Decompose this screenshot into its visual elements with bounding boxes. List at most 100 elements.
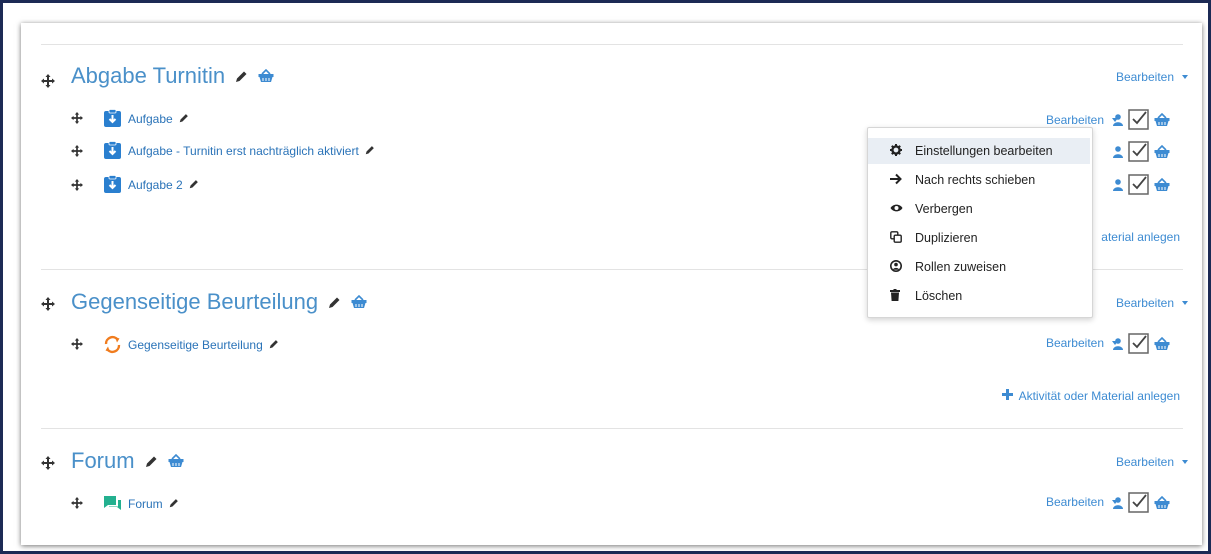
edit-label[interactable]: Bearbeiten xyxy=(1116,70,1174,84)
activity-aufgabe-2[interactable]: Aufgabe 2 xyxy=(103,175,199,194)
assignment-icon xyxy=(103,175,122,194)
move-section-icon[interactable] xyxy=(41,297,55,311)
pencil-icon[interactable] xyxy=(189,178,199,192)
move-activity-icon[interactable] xyxy=(71,338,85,352)
completion-checkbox-icon[interactable] xyxy=(1128,174,1149,200)
add-activity-link[interactable]: Aktivität oder Material anlegen xyxy=(1001,389,1180,403)
menu-item-einstellungen-bearbeiten[interactable]: Einstellungen bearbeiten xyxy=(868,138,1090,164)
edit-label[interactable]: Bearbeiten xyxy=(1046,336,1104,350)
activity-tools xyxy=(1113,109,1170,135)
pencil-icon[interactable] xyxy=(269,338,279,352)
completion-checkbox-icon[interactable] xyxy=(1128,492,1149,518)
move-section-icon[interactable] xyxy=(41,74,55,88)
move-activity-icon[interactable] xyxy=(71,145,85,159)
trash-icon xyxy=(890,289,904,303)
activity-tools xyxy=(1113,174,1170,200)
section-title-gegenseitige-beurteilung[interactable]: Gegenseitige Beurteilung xyxy=(71,289,367,315)
edit-label[interactable]: Bearbeiten xyxy=(1046,113,1104,127)
basket-icon[interactable] xyxy=(351,289,367,315)
edit-label[interactable]: Bearbeiten xyxy=(1116,455,1174,469)
add-activity-label[interactable]: aterial anlegen xyxy=(1101,230,1180,244)
basket-icon[interactable] xyxy=(1154,177,1170,197)
activity-link[interactable]: Aufgabe 2 xyxy=(128,178,183,192)
assignment-icon xyxy=(103,109,122,128)
pencil-icon[interactable] xyxy=(235,63,248,89)
eye-icon xyxy=(890,202,904,216)
menu-item-label[interactable]: Verbergen xyxy=(915,202,973,216)
user-icon[interactable] xyxy=(1113,145,1123,163)
duplicate-icon xyxy=(890,231,904,245)
section-divider xyxy=(41,44,1183,45)
section-title-abgabe-turnitin[interactable]: Abgabe Turnitin xyxy=(71,63,274,89)
menu-item-label[interactable]: Nach rechts schieben xyxy=(915,173,1035,187)
completion-checkbox-icon[interactable] xyxy=(1128,109,1149,135)
edit-label[interactable]: Bearbeiten xyxy=(1046,495,1104,509)
user-circle-icon xyxy=(890,260,904,274)
pencil-icon[interactable] xyxy=(145,448,158,474)
caret-down-icon xyxy=(1182,460,1188,464)
add-activity-link[interactable]: aterial anlegen xyxy=(1101,230,1180,244)
section-title-text[interactable]: Abgabe Turnitin xyxy=(71,63,225,89)
move-section-icon[interactable] xyxy=(41,456,55,470)
menu-item-label[interactable]: Rollen zuweisen xyxy=(915,260,1006,274)
menu-item-loeschen[interactable]: Löschen xyxy=(868,283,1090,309)
activity-forum[interactable]: Forum xyxy=(103,494,179,513)
arrow-right-icon xyxy=(890,173,904,187)
activity-gegenseitige-beurteilung[interactable]: Gegenseitige Beurteilung xyxy=(103,335,279,354)
pencil-icon[interactable] xyxy=(328,289,341,315)
basket-icon[interactable] xyxy=(1154,112,1170,132)
activity-aufgabe[interactable]: Aufgabe xyxy=(103,109,189,128)
caret-down-icon xyxy=(1182,75,1188,79)
caret-down-icon xyxy=(1182,301,1188,305)
workshop-icon xyxy=(103,335,122,354)
menu-item-label[interactable]: Einstellungen bearbeiten xyxy=(915,144,1053,158)
move-activity-icon[interactable] xyxy=(71,112,85,126)
section-title-forum[interactable]: Forum xyxy=(71,448,184,474)
activity-link[interactable]: Aufgabe xyxy=(128,112,173,126)
menu-item-label[interactable]: Löschen xyxy=(915,289,962,303)
gear-icon xyxy=(890,144,904,158)
menu-item-verbergen[interactable]: Verbergen xyxy=(868,196,1090,222)
user-icon[interactable] xyxy=(1113,496,1123,514)
activity-edit-dropdown: Einstellungen bearbeiten Nach rechts sch… xyxy=(867,127,1093,318)
activity-aufgabe-turnitin[interactable]: Aufgabe - Turnitin erst nachträglich akt… xyxy=(103,141,375,160)
pencil-icon[interactable] xyxy=(169,497,179,511)
activity-link[interactable]: Forum xyxy=(128,497,163,511)
move-activity-icon[interactable] xyxy=(71,497,85,511)
activity-link[interactable]: Aufgabe - Turnitin erst nachträglich akt… xyxy=(128,144,359,158)
user-icon[interactable] xyxy=(1113,178,1123,196)
menu-item-duplizieren[interactable]: Duplizieren xyxy=(868,225,1090,251)
pencil-icon[interactable] xyxy=(365,144,375,158)
section-title-text[interactable]: Gegenseitige Beurteilung xyxy=(71,289,318,315)
activity-edit-menu[interactable]: Bearbeiten xyxy=(1046,336,1118,350)
section-edit-menu[interactable]: Bearbeiten xyxy=(1116,70,1188,84)
basket-icon[interactable] xyxy=(1154,336,1170,356)
course-page: Abgabe Turnitin Bearbeiten Aufgabe Bearb… xyxy=(21,23,1202,545)
activity-tools xyxy=(1113,333,1170,359)
activity-link[interactable]: Gegenseitige Beurteilung xyxy=(128,338,263,352)
forum-icon xyxy=(103,494,122,513)
move-activity-icon[interactable] xyxy=(71,179,85,193)
completion-checkbox-icon[interactable] xyxy=(1128,333,1149,359)
pencil-icon[interactable] xyxy=(179,112,189,126)
section-edit-menu[interactable]: Bearbeiten xyxy=(1116,455,1188,469)
basket-icon[interactable] xyxy=(1154,144,1170,164)
menu-item-nach-rechts-schieben[interactable]: Nach rechts schieben xyxy=(868,167,1090,193)
activity-edit-menu[interactable]: Bearbeiten xyxy=(1046,113,1118,127)
activity-edit-menu[interactable]: Bearbeiten xyxy=(1046,495,1118,509)
completion-checkbox-icon[interactable] xyxy=(1128,141,1149,167)
menu-item-rollen-zuweisen[interactable]: Rollen zuweisen xyxy=(868,254,1090,280)
basket-icon[interactable] xyxy=(258,63,274,89)
basket-icon[interactable] xyxy=(168,448,184,474)
plus-icon xyxy=(1001,389,1013,403)
basket-icon[interactable] xyxy=(1154,495,1170,515)
assignment-icon xyxy=(103,141,122,160)
menu-item-label[interactable]: Duplizieren xyxy=(915,231,978,245)
add-activity-label[interactable]: Aktivität oder Material anlegen xyxy=(1019,389,1180,403)
window-frame: Abgabe Turnitin Bearbeiten Aufgabe Bearb… xyxy=(0,0,1211,554)
edit-label[interactable]: Bearbeiten xyxy=(1116,296,1174,310)
user-icon[interactable] xyxy=(1113,113,1123,131)
user-icon[interactable] xyxy=(1113,337,1123,355)
section-title-text[interactable]: Forum xyxy=(71,448,135,474)
section-edit-menu[interactable]: Bearbeiten xyxy=(1116,296,1188,310)
